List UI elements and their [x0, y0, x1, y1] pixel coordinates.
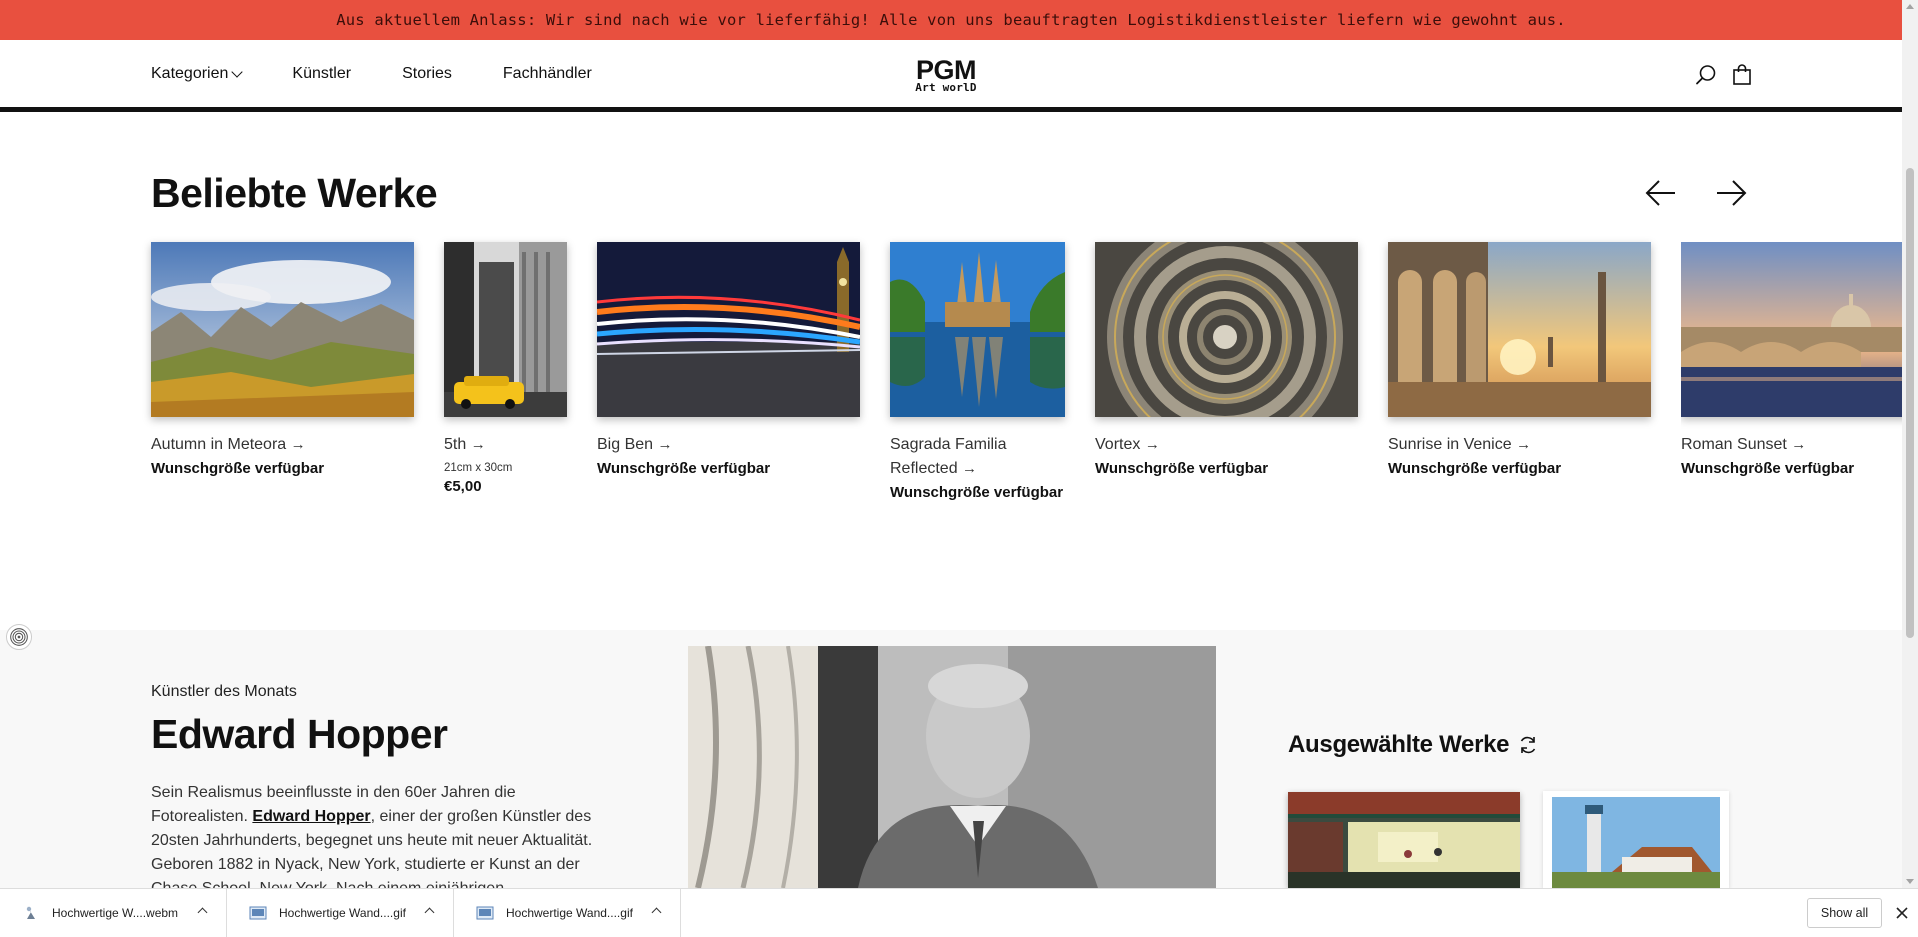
download-filename: Hochwertige Wand....gif — [279, 906, 406, 920]
download-item[interactable]: Hochwertige Wand....gif — [227, 888, 454, 937]
chevron-up-icon[interactable] — [651, 907, 662, 917]
scroll-down-icon[interactable] — [1906, 879, 1914, 884]
video-file-icon — [26, 906, 35, 919]
artwork-card[interactable]: Sagrada Familia Reflected → Wunschgröße … — [890, 242, 1065, 505]
artwork-image-5th[interactable] — [444, 242, 567, 417]
download-filename: Hochwertige W....webm — [52, 906, 179, 920]
download-item[interactable]: Hochwertige Wand....gif — [454, 888, 681, 937]
artwork-image-roman-sunset[interactable] — [1681, 242, 1902, 417]
artist-portrait-image — [688, 646, 1216, 888]
artwork-card[interactable]: Roman Sunset → Wunschgröße verfügbar — [1681, 242, 1902, 481]
artwork-card[interactable]: Vortex → Wunschgröße verfügbar — [1095, 242, 1358, 481]
nav-label: Künstler — [292, 64, 352, 82]
arrow-right-icon: → — [290, 436, 306, 453]
logo[interactable]: PGM Art worlD — [911, 55, 981, 94]
arrow-right-icon: → — [1144, 436, 1160, 453]
artist-description: Sein Realismus beeinflusste in den 60er … — [151, 781, 599, 901]
artwork-title[interactable]: Vortex — [1095, 436, 1140, 453]
artwork-image-venice[interactable] — [1388, 242, 1651, 417]
search-icon[interactable] — [1694, 63, 1718, 87]
selected-works-title: Ausgewählte Werke — [1288, 731, 1539, 759]
announcement-text: Aus aktuellem Anlass: Wir sind nach wie … — [336, 11, 1566, 29]
artwork-image-big-ben[interactable] — [597, 242, 860, 417]
artwork-image-meteora[interactable] — [151, 242, 414, 417]
arrow-right-icon[interactable] — [1714, 176, 1748, 210]
announcement-bar: Aus aktuellem Anlass: Wir sind nach wie … — [0, 0, 1902, 40]
artwork-title[interactable]: Roman Sunset — [1681, 436, 1787, 453]
artwork-price: €5,00 — [444, 478, 482, 495]
logo-subtext: Art worlD — [915, 81, 977, 94]
artwork-subtitle: Wunschgröße verfügbar — [1095, 460, 1269, 477]
downloads-bar: Hochwertige W....webm Hochwertige Wand..… — [0, 888, 1918, 937]
nav-label: Stories — [402, 64, 452, 82]
artwork-title[interactable]: Big Ben — [597, 436, 653, 453]
artwork-card[interactable]: 5th → 21cm x 30cm €5,00 — [444, 242, 567, 497]
artwork-title[interactable]: Autumn in Meteora — [151, 436, 286, 453]
artwork-card[interactable]: Sunrise in Venice → Wunschgröße verfügba… — [1388, 242, 1651, 481]
artist-name: Edward Hopper — [151, 711, 448, 757]
nav-item-stories[interactable]: Stories — [402, 65, 452, 83]
nav-item-kategorien[interactable]: Kategorien — [151, 64, 244, 83]
artwork-card[interactable]: Autumn in Meteora → Wunschgröße verfügba… — [151, 242, 414, 481]
artwork-image-vortex[interactable] — [1095, 242, 1358, 417]
page: Aus aktuellem Anlass: Wir sind nach wie … — [0, 0, 1918, 937]
arrow-right-icon: → — [962, 460, 978, 477]
artwork-subtitle: Wunschgröße verfügbar — [151, 460, 325, 477]
image-file-icon — [476, 906, 494, 920]
arrow-left-icon[interactable] — [1644, 176, 1678, 210]
download-item[interactable]: Hochwertige W....webm — [0, 888, 227, 937]
artist-of-month-label: Künstler des Monats — [151, 683, 297, 700]
arrow-right-icon: → — [1791, 436, 1807, 453]
shopping-bag-icon[interactable] — [1730, 63, 1754, 87]
artwork-card[interactable]: Big Ben → Wunschgröße verfügbar — [597, 242, 860, 481]
show-all-button[interactable]: Show all — [1807, 898, 1882, 928]
artwork-subtitle: Wunschgröße verfügbar — [890, 484, 1064, 501]
artwork-subtitle: Wunschgröße verfügbar — [1388, 460, 1562, 477]
section-title-popular: Beliebte Werke — [151, 170, 438, 216]
artwork-subtitle: Wunschgröße verfügbar — [597, 460, 771, 477]
artist-link[interactable]: Edward Hopper — [252, 808, 370, 825]
selected-works-label: Ausgewählte Werke — [1288, 731, 1510, 758]
download-filename: Hochwertige Wand....gif — [506, 906, 633, 920]
artwork-image-sagrada-familia[interactable] — [890, 242, 1065, 417]
selected-work-image-nighthawks[interactable] — [1288, 792, 1520, 888]
arrow-right-icon: → — [470, 436, 486, 453]
close-icon[interactable] — [1893, 904, 1911, 922]
nav-item-kuenstler[interactable]: Künstler — [292, 65, 351, 83]
nav-label: Fachhändler — [502, 64, 592, 82]
scrollbar-thumb[interactable] — [1906, 168, 1914, 638]
page-scrollbar[interactable] — [1902, 0, 1918, 888]
selected-work-image-lighthouse[interactable] — [1543, 791, 1729, 888]
artwork-size: 21cm x 30cm — [444, 462, 513, 474]
chevron-up-icon[interactable] — [424, 907, 435, 917]
artwork-title[interactable]: Sagrada Familia Reflected — [890, 436, 1007, 477]
image-file-icon — [249, 906, 267, 920]
artwork-title[interactable]: Sunrise in Venice — [1388, 436, 1512, 453]
artwork-title[interactable]: 5th — [444, 436, 466, 453]
site-header: Kategorien Künstler Stories Fachhändler … — [0, 40, 1902, 112]
arrow-right-icon: → — [657, 436, 673, 453]
main-nav: Kategorien Künstler Stories Fachhändler — [151, 40, 643, 107]
scroll-up-icon[interactable] — [1906, 4, 1914, 9]
chevron-down-icon — [231, 65, 244, 78]
arrow-right-icon: → — [1516, 436, 1532, 453]
fingerprint-icon[interactable] — [6, 624, 32, 650]
nav-item-fachhaendler[interactable]: Fachhändler — [503, 65, 592, 83]
chevron-up-icon[interactable] — [197, 907, 208, 917]
nav-label: Kategorien — [151, 64, 229, 82]
logo-text: PGM — [915, 55, 977, 85]
artwork-subtitle: Wunschgröße verfügbar — [1681, 460, 1855, 477]
refresh-icon[interactable] — [1517, 734, 1539, 756]
